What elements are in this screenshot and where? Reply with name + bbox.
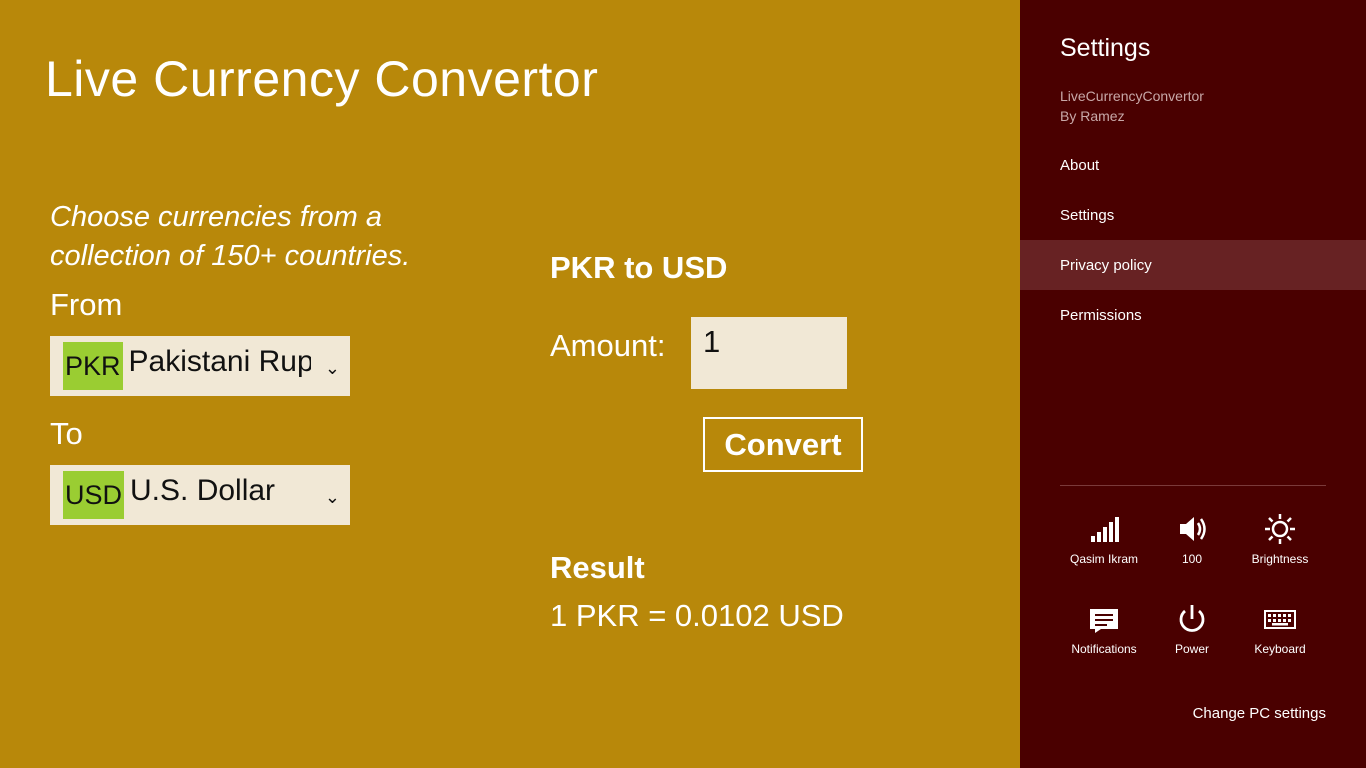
keyboard-icon (1264, 610, 1296, 629)
chevron-down-icon: ⌄ (324, 358, 340, 379)
result-value: 1 PKR = 0.0102 USD (550, 598, 844, 633)
power-tile-label: Power (1174, 642, 1209, 656)
tagline: Choose currencies from a collection of 1… (50, 201, 411, 272)
brightness-tile[interactable]: Brightness (1236, 512, 1324, 582)
pane-item-settings[interactable]: Settings (1020, 190, 1366, 240)
convert-button[interactable]: Convert (703, 417, 863, 472)
from-label: From (50, 287, 123, 322)
amount-label: Amount: (550, 328, 666, 363)
from-currency-code: PKR (63, 342, 123, 390)
pane-item-privacy-policy[interactable]: Privacy policy (1020, 240, 1366, 290)
amount-input[interactable] (691, 317, 847, 389)
app-title: Live Currency Convertor (45, 51, 599, 107)
network-signal-icon (1091, 517, 1119, 542)
pair-title: PKR to USD (550, 250, 728, 285)
settings-pane: Settings LiveCurrencyConvertor By Ramez … (1020, 0, 1366, 768)
power-tile[interactable]: Power (1148, 602, 1236, 672)
brightness-tile-label: Brightness (1251, 552, 1309, 566)
from-currency-select[interactable]: PKR Pakistani Rupee ⌄ (50, 336, 350, 396)
currency-app: Live Currency Convertor Choose currencie… (0, 0, 1020, 768)
notifications-tile[interactable]: Notifications (1060, 602, 1148, 672)
change-pc-settings-link[interactable]: Change PC settings (1193, 705, 1326, 722)
keyboard-tile[interactable]: Keyboard (1236, 602, 1324, 672)
volume-icon (1180, 517, 1206, 541)
power-icon (1179, 605, 1205, 632)
brightness-icon (1265, 514, 1295, 544)
pane-item-about[interactable]: About (1020, 140, 1366, 190)
to-currency-select[interactable]: USD U.S. Dollar ⌄ (50, 465, 350, 525)
pane-item-permissions[interactable]: Permissions (1020, 290, 1366, 340)
pane-app-info: LiveCurrencyConvertor By Ramez (1060, 86, 1204, 126)
keyboard-tile-label: Keyboard (1254, 642, 1306, 656)
to-currency-code: USD (63, 471, 125, 519)
to-label: To (50, 416, 83, 451)
result-title: Result (550, 550, 645, 585)
notifications-tile-label: Notifications (1071, 642, 1137, 656)
volume-tile-label: 100 (1181, 552, 1203, 566)
pane-title: Settings (1060, 34, 1151, 62)
notifications-icon (1090, 609, 1118, 633)
network-tile[interactable]: Qasim Ikram (1060, 512, 1148, 582)
to-currency-name: U.S. Dollar (130, 474, 276, 507)
pane-app-author: By Ramez (1060, 108, 1125, 124)
pane-divider (1060, 485, 1326, 486)
network-tile-label: Qasim Ikram (1069, 552, 1138, 566)
volume-tile[interactable]: 100 (1148, 512, 1236, 582)
from-currency-name: Pakistani Rupee (128, 345, 311, 378)
chevron-down-icon: ⌄ (324, 487, 340, 508)
pane-app-name: LiveCurrencyConvertor (1060, 88, 1204, 104)
